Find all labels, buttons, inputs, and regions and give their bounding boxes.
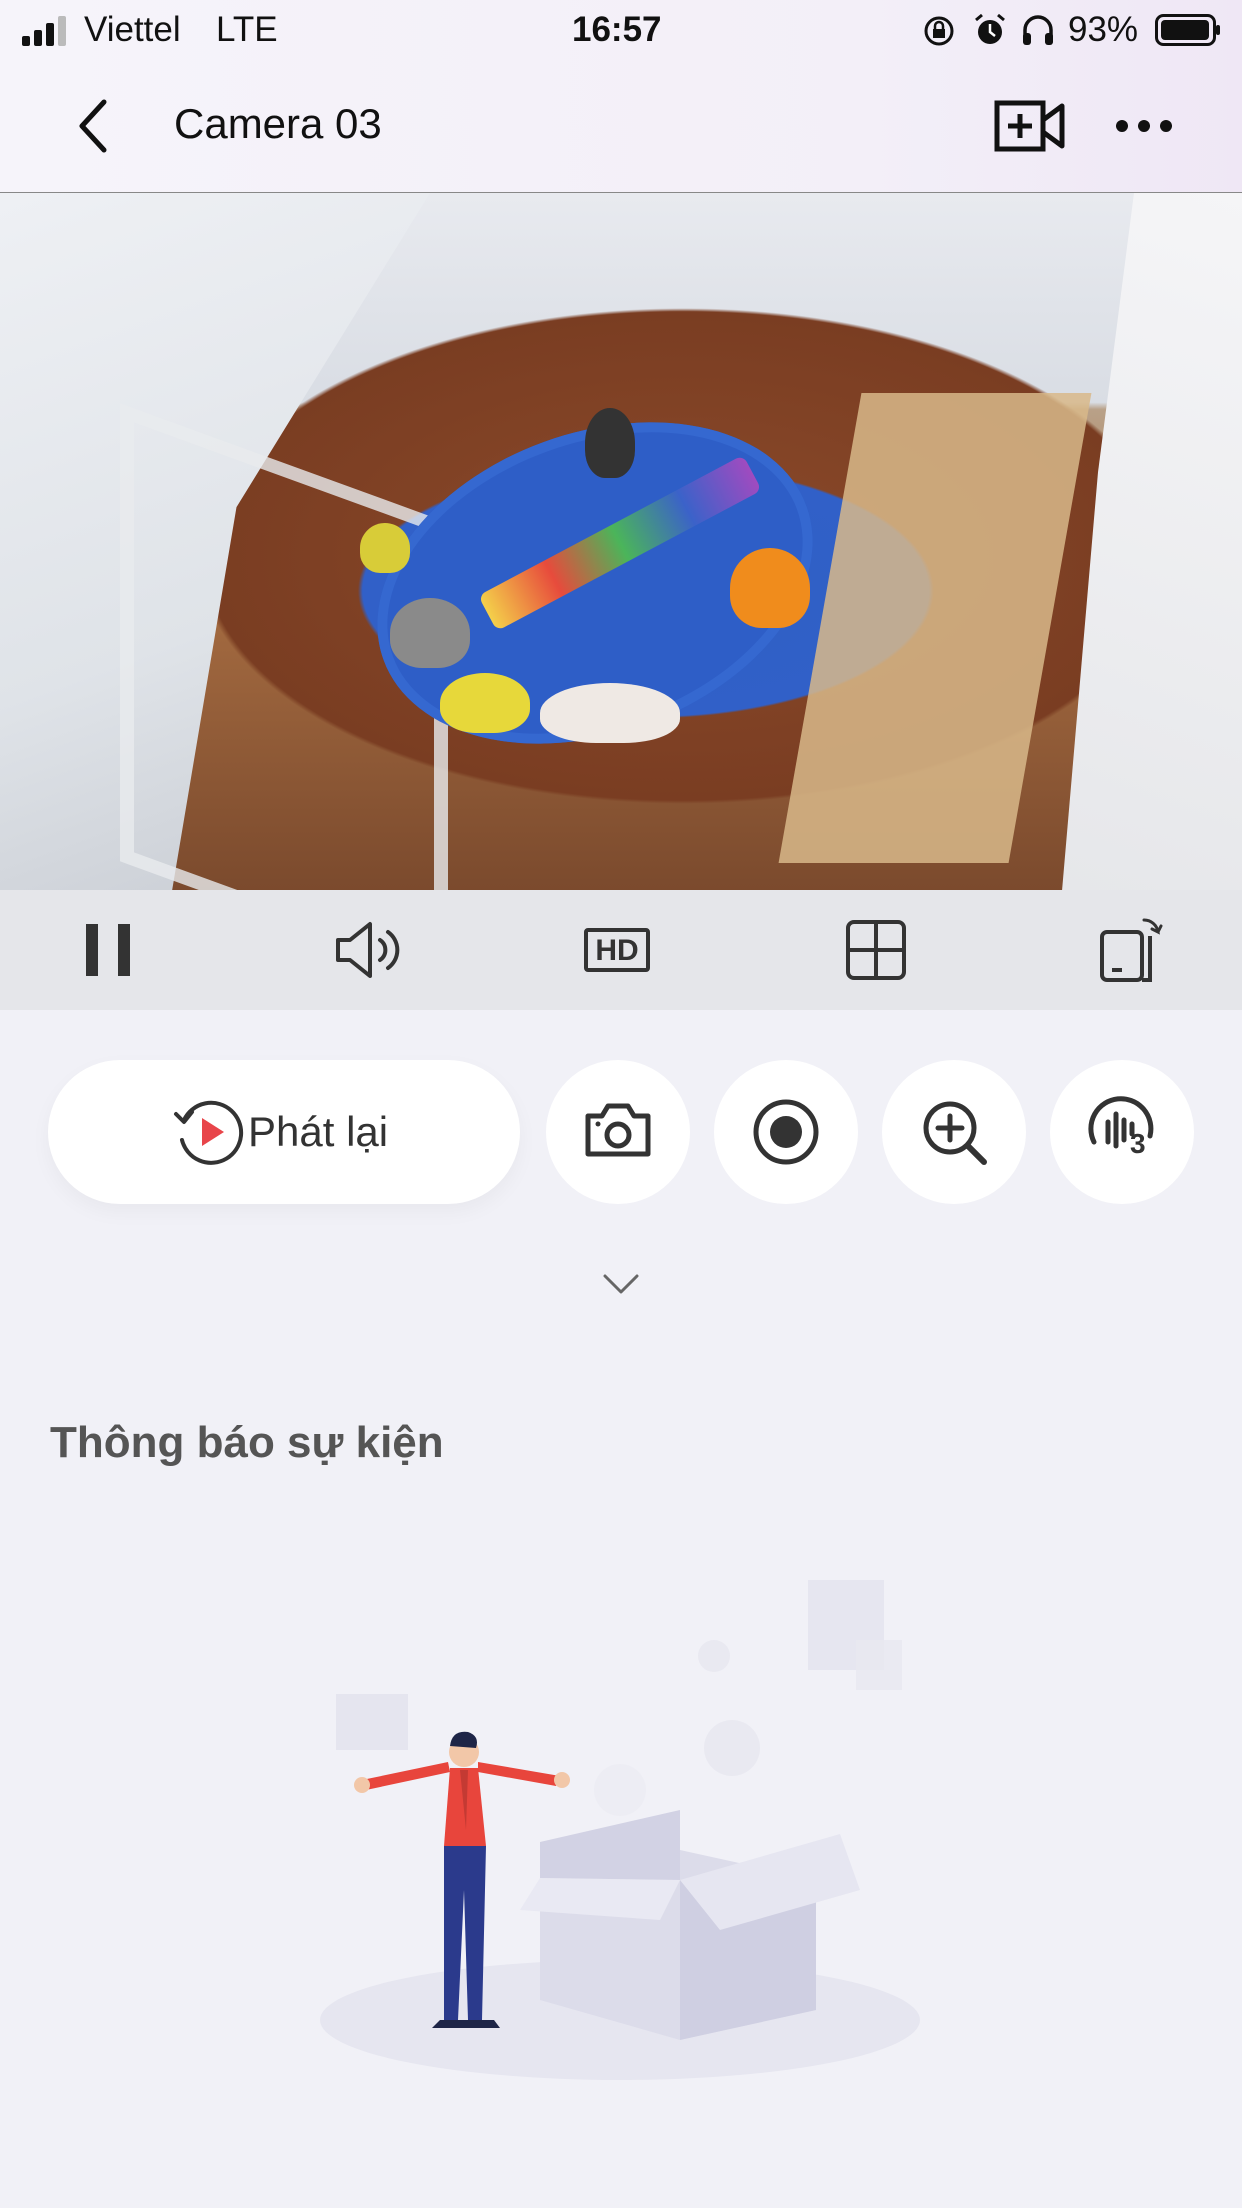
playback-label: Phát lại xyxy=(248,1108,389,1155)
carrier-label: Viettel xyxy=(84,10,181,49)
status-bar: Viettel LTE 16:57 93% xyxy=(0,0,1242,62)
network-label: LTE xyxy=(216,10,278,49)
pause-icon[interactable] xyxy=(64,910,154,990)
record-button[interactable] xyxy=(714,1060,858,1204)
zoom-button[interactable] xyxy=(882,1060,1026,1204)
video-child xyxy=(440,673,530,733)
add-video-icon[interactable] xyxy=(994,98,1066,154)
headphones-icon xyxy=(1023,15,1053,45)
voice-button[interactable]: 3 xyxy=(1050,1060,1194,1204)
snapshot-button[interactable] xyxy=(546,1060,690,1204)
rotation-lock-icon xyxy=(924,16,954,46)
hd-button[interactable]: HD xyxy=(576,910,666,990)
video-child xyxy=(540,683,680,743)
alarm-icon xyxy=(975,13,1005,44)
volume-icon[interactable] xyxy=(322,910,412,990)
battery-percent: 93% xyxy=(1068,10,1139,49)
events-section-title: Thông báo sự kiện xyxy=(50,1418,444,1467)
signal-icon xyxy=(22,14,72,46)
zoom-in-icon xyxy=(923,1101,987,1165)
battery-icon xyxy=(1155,14,1220,46)
video-child xyxy=(390,598,470,668)
video-shelf xyxy=(778,393,1092,863)
voice-icon xyxy=(1088,1096,1154,1149)
record-icon xyxy=(753,1099,819,1165)
clock: 16:57 xyxy=(572,10,662,49)
snapshot-icon xyxy=(585,1103,651,1157)
back-icon[interactable] xyxy=(74,98,114,154)
playback-button[interactable]: Phát lại xyxy=(48,1060,520,1204)
player-controls: HD xyxy=(0,890,1242,1010)
hd-label: HD xyxy=(584,928,650,972)
grid-icon[interactable] xyxy=(830,910,920,990)
video-child xyxy=(730,548,810,628)
more-icon[interactable] xyxy=(1114,118,1174,134)
voice-badge: 3 xyxy=(1130,1128,1146,1159)
playback-icon xyxy=(174,1100,244,1165)
chevron-down-icon[interactable] xyxy=(602,1272,640,1296)
empty-state-illustration xyxy=(320,1580,920,2080)
rotate-device-icon[interactable] xyxy=(1088,910,1178,990)
camera-video-feed[interactable] xyxy=(0,192,1242,892)
page-title: Camera 03 xyxy=(174,100,382,147)
video-child xyxy=(585,408,635,478)
video-child xyxy=(360,523,410,573)
video-wall-right xyxy=(1062,193,1242,891)
action-bar: Phát lại 3 xyxy=(0,1058,1242,1208)
